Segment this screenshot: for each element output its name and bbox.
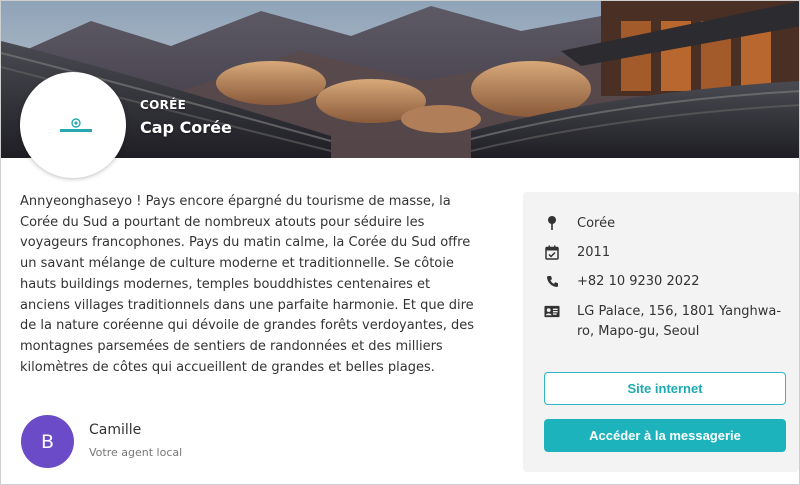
info-phone-row: +82 10 9230 2022 xyxy=(544,272,787,292)
agency-country-label: CORÉE xyxy=(140,98,187,112)
calendar-icon xyxy=(544,244,560,260)
agent-role: Votre agent local xyxy=(89,446,183,459)
info-address: LG Palace, 156, 1801 Yanghwa-ro, Mapo-gu… xyxy=(577,304,782,339)
info-phone: +82 10 9230 2022 xyxy=(577,274,700,289)
agency-logo xyxy=(20,72,126,178)
info-country-row: Corée xyxy=(544,214,787,234)
agent-name: Camille xyxy=(89,422,142,438)
phone-icon xyxy=(544,273,560,289)
info-year: 2011 xyxy=(577,245,611,260)
agency-name: Cap Corée xyxy=(140,118,232,137)
agency-description: Annyeonghaseyo ! Pays encore épargné du … xyxy=(20,194,475,375)
avatar: B xyxy=(21,415,74,468)
info-country: Corée xyxy=(577,216,616,231)
info-address-row: LG Palace, 156, 1801 Yanghwa-ro, Mapo-gu… xyxy=(544,302,782,342)
map-pin-icon xyxy=(544,215,560,231)
messaging-button[interactable]: Accéder à la messagerie xyxy=(544,419,786,452)
website-button[interactable]: Site internet xyxy=(544,372,786,405)
address-card-icon xyxy=(544,303,560,319)
info-year-row: 2011 xyxy=(544,243,787,263)
agency-card: CORÉE Cap Corée Annyeonghaseyo ! Pays en… xyxy=(0,0,800,485)
